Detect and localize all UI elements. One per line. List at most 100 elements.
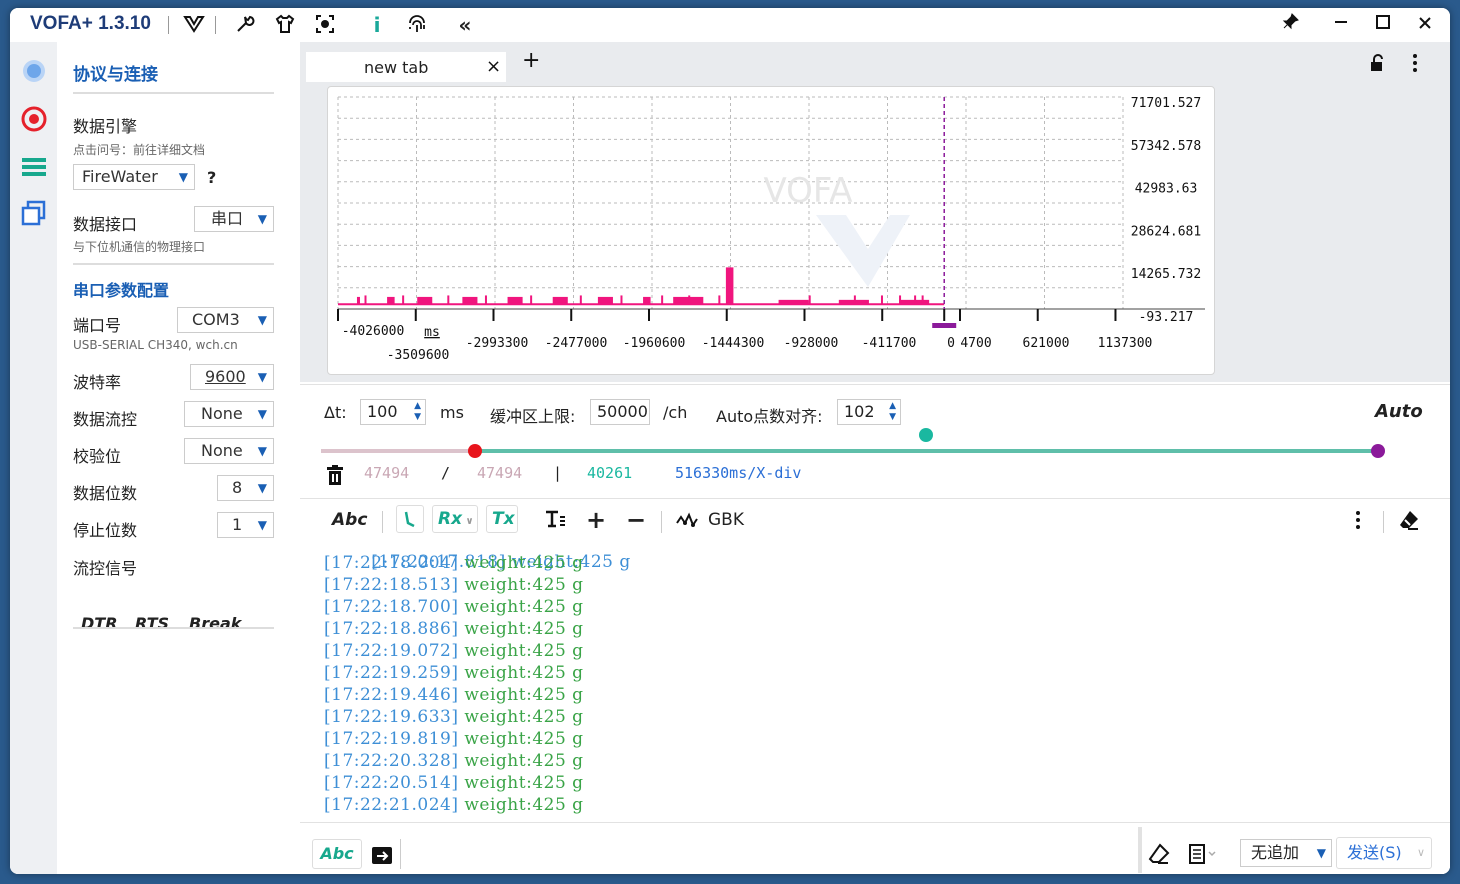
log-timestamp: [17:22:19.819]: [324, 729, 459, 749]
app-window: VOFA+ 1.3.10 i « 协议与连接 数据引擎 点击问号：前往详细文档 …: [10, 8, 1450, 874]
dt-spinbox[interactable]: 100 ▲ ▼: [360, 399, 426, 425]
append-mode-select[interactable]: 无追加 ▼: [1240, 839, 1332, 867]
zoom-out-icon[interactable]: −: [626, 508, 646, 532]
text-format-icon[interactable]: [544, 509, 566, 537]
slider-track-left: [321, 449, 475, 453]
protocol-section-title: 协议与连接: [73, 65, 158, 85]
series-spike: [718, 295, 721, 305]
log-timestamp: [17:22:18.700]: [324, 597, 459, 617]
auto-align-spinbox[interactable]: 102 ▲ ▼: [837, 399, 901, 425]
parity-select[interactable]: None ▼: [184, 438, 274, 464]
minimize-icon[interactable]: [1326, 12, 1356, 38]
log-line: [17:22:19.633] weight:425 g: [324, 707, 584, 727]
plot-controls: Δt: 100 ▲ ▼ ms 缓冲区上限: 50000 /ch Auto点数对齐:…: [300, 384, 1450, 496]
dtr-button[interactable]: DTR: [81, 614, 118, 633]
spin-arrows-icon: ▲ ▼: [889, 401, 896, 422]
engine-label: 数据引擎: [73, 117, 138, 136]
auto-align-label: Auto点数对齐:: [716, 407, 823, 426]
series-spike: [921, 295, 924, 305]
break-button[interactable]: Break: [189, 614, 241, 633]
tab-label: new tab: [364, 58, 429, 77]
collapse-icon[interactable]: «: [453, 13, 477, 37]
log-message: weight:425 g: [464, 553, 584, 573]
menu-list-icon[interactable]: [19, 152, 49, 182]
trash-icon[interactable]: [326, 465, 344, 489]
slider-end-handle[interactable]: [1371, 444, 1385, 458]
focus-icon[interactable]: [313, 13, 337, 37]
pin-icon[interactable]: [1276, 12, 1306, 38]
data-bits-label: 数据位数: [73, 484, 138, 503]
flow-control-value: None: [201, 404, 243, 423]
send-file-icon[interactable]: [372, 845, 392, 869]
wrench-icon[interactable]: [233, 13, 257, 37]
series-spike: [364, 295, 367, 305]
point-count-c: 40261: [587, 464, 633, 482]
chevron-down-icon: ∨: [1416, 846, 1425, 859]
connection-icon[interactable]: [19, 56, 49, 86]
log-line: [17:22:19.259] weight:425 g: [324, 663, 584, 683]
splitter-handle[interactable]: [1138, 827, 1142, 873]
waveform-chart[interactable]: VOFA 71701.527 57342.578 42983.63 28624.681 1…: [328, 87, 1216, 376]
add-tab-icon[interactable]: +: [522, 50, 540, 72]
serial-section-title: 串口参数配置: [73, 281, 170, 300]
template-icon[interactable]: [1188, 843, 1218, 869]
eraser-icon[interactable]: [1148, 843, 1170, 869]
buffer-input[interactable]: 50000: [590, 399, 650, 425]
engine-select[interactable]: FireWater ▼: [73, 164, 195, 190]
abc-toggle[interactable]: Abc: [332, 509, 367, 531]
send-button[interactable]: 发送(S) ∨: [1336, 837, 1432, 869]
series-pulse: [387, 296, 395, 305]
help-button[interactable]: ?: [207, 168, 216, 187]
send-bar: Abc 无追加 ▼ 发送(S) ∨: [300, 822, 1450, 874]
slider-track-range: [475, 449, 1378, 453]
flow-control-select[interactable]: None ▼: [184, 401, 274, 427]
interface-select[interactable]: 串口 ▼: [194, 206, 274, 232]
send-separator: [400, 839, 401, 869]
x-tick-label: 621000: [1023, 336, 1070, 351]
point-count-b: 47494: [477, 464, 523, 482]
slider-start-handle[interactable]: [468, 444, 482, 458]
info-icon[interactable]: i: [365, 13, 389, 37]
log-timestamp: [17:22:18.004]: [324, 553, 459, 573]
data-bits-select[interactable]: 8 ▼: [217, 475, 274, 501]
stop-bits-label: 停止位数: [73, 521, 138, 540]
buffer-unit: /ch: [663, 403, 688, 422]
tab-close-icon[interactable]: ×: [486, 56, 501, 77]
tab-new[interactable]: new tab ×: [306, 52, 506, 82]
title-bar: VOFA+ 1.3.10 i «: [10, 8, 1450, 42]
eraser-icon[interactable]: [1398, 509, 1420, 537]
title-separator: [215, 16, 216, 34]
rts-button[interactable]: RTS: [135, 614, 169, 633]
maximize-icon[interactable]: [1368, 12, 1398, 38]
vofa-logo-icon[interactable]: [182, 13, 206, 37]
lock-icon[interactable]: [1368, 54, 1386, 76]
windows-icon[interactable]: [19, 198, 49, 228]
more-vertical-icon[interactable]: [1355, 509, 1361, 537]
log-toolbar: Abc Rx ∨ Tx + − GBK: [300, 498, 1450, 540]
log-message: weight:425 g: [464, 685, 584, 705]
hex-send-toggle[interactable]: Abc: [312, 839, 362, 869]
more-vertical-icon[interactable]: [1412, 52, 1418, 74]
fingerprint-icon[interactable]: [405, 13, 429, 37]
baud-select[interactable]: 9600 ▼: [190, 364, 274, 390]
toolbar-separator: [661, 511, 662, 533]
timestamp-toggle-icon[interactable]: [396, 505, 424, 533]
slider-mid-handle[interactable]: [919, 428, 933, 442]
log-view[interactable]: [17:22:17.818] weight:425 g [17:22:18.00…: [300, 540, 1450, 822]
log-message: weight:425 g: [464, 597, 584, 617]
encoding-label[interactable]: GBK: [708, 509, 744, 531]
zoom-in-icon[interactable]: +: [586, 508, 606, 532]
port-description: USB-SERIAL CH340, wch.cn: [73, 338, 238, 352]
x-unit-label: ms: [424, 325, 440, 340]
close-icon[interactable]: [1410, 12, 1440, 38]
shirt-icon[interactable]: [273, 13, 297, 37]
tx-toggle[interactable]: Tx: [486, 505, 518, 533]
stop-bits-select[interactable]: 1 ▼: [217, 512, 274, 538]
log-message: weight:425 g: [464, 751, 584, 771]
rx-toggle[interactable]: Rx ∨: [432, 505, 478, 533]
waveform-icon[interactable]: [676, 509, 698, 537]
auto-mode-toggle[interactable]: Auto: [1375, 401, 1423, 422]
log-timestamp: [17:22:20.328]: [324, 751, 459, 771]
port-select[interactable]: COM3 ▼: [177, 307, 274, 333]
record-icon[interactable]: [19, 104, 49, 134]
